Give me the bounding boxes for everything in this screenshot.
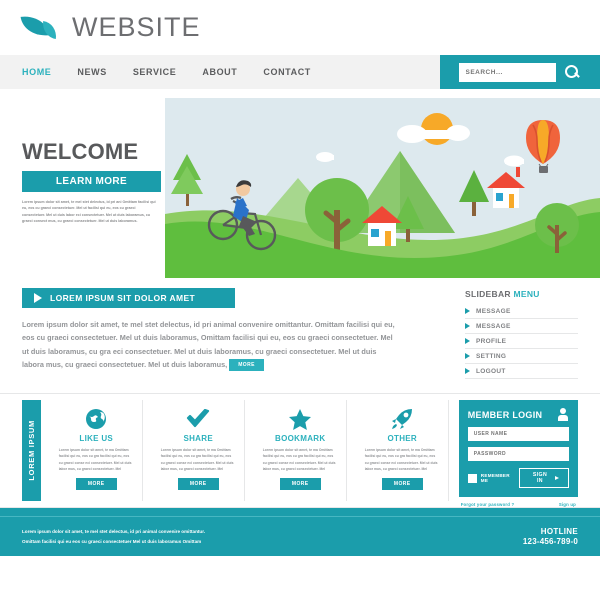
nav-links: HOME NEWS SERVICE ABOUT CONTACT	[0, 55, 440, 89]
slidebar-title-accent: MENU	[513, 289, 540, 299]
vertical-tab-lorem-ipsum[interactable]: LOREM IPSUM	[22, 400, 41, 501]
login-actions: REMEMBER ME SIGN IN	[467, 468, 569, 488]
leaf-logo-icon[interactable]	[20, 11, 62, 45]
footer-text-line-1: Lorem ipsum dolor sit amet, te mel stet …	[22, 529, 206, 535]
features-section: LOREM IPSUM LIKE US Lorem ipsum dolor si…	[0, 393, 600, 508]
slidebar-item-setting[interactable]: SETTING	[465, 349, 578, 364]
footer-text-line-2: Omittam facilisi qui eu eos cu graeci co…	[22, 538, 202, 544]
content-section: LOREM IPSUM SIT DOLOR AMET Lorem ipsum d…	[0, 279, 600, 389]
rocket-icon	[365, 406, 440, 432]
username-input[interactable]	[467, 427, 569, 441]
search-input[interactable]	[458, 62, 556, 82]
slidebar-item-message-2[interactable]: MESSAGE	[465, 319, 578, 334]
check-icon	[161, 406, 236, 432]
feature-more-button[interactable]: MORE	[177, 478, 219, 491]
hotline-label: HOTLINE	[540, 527, 578, 536]
feature-more-button[interactable]: MORE	[279, 478, 321, 491]
nav-item-home[interactable]: HOME	[22, 67, 51, 77]
remember-me-checkbox[interactable]: REMEMBER ME	[467, 473, 519, 483]
slidebar-item-label: PROFILE	[476, 337, 507, 345]
nav-item-service[interactable]: SERVICE	[133, 67, 177, 77]
slidebar-title-main: SLIDEBAR	[465, 289, 514, 299]
hero-illustration	[165, 98, 600, 278]
content-paragraph-text: Lorem ipsum dolor sit amet, te mel stet …	[22, 320, 395, 369]
site-footer: Lorem ipsum dolor sit amet, te mel stet …	[0, 516, 600, 556]
feature-card-text: Lorem ipsum dolor sit amet, te ma Omitta…	[262, 448, 336, 471]
feature-card-text: Lorem ipsum dolor sit amet, te ma Omitta…	[58, 448, 132, 471]
login-box: MEMBER LOGIN REMEMBER ME SIGN IN	[458, 400, 578, 497]
password-input[interactable]	[467, 447, 569, 461]
hero-title: WELCOME	[22, 139, 139, 164]
hero-description: Lorem ipsum dolor sit amet, te mel stet …	[22, 200, 156, 223]
feature-more-button[interactable]: MORE	[381, 478, 423, 491]
sign-up-link[interactable]: Sign up	[559, 502, 576, 507]
star-icon	[263, 406, 338, 432]
slidebar-item-message-1[interactable]: MESSAGE	[465, 304, 578, 319]
arrow-right-icon	[465, 368, 470, 374]
feature-card-other: OTHER Lorem ipsum dolor sit amet, te ma …	[357, 400, 449, 501]
nav-item-contact[interactable]: CONTACT	[263, 67, 311, 77]
footer-text: Lorem ipsum dolor sit amet, te mel stet …	[22, 527, 205, 545]
search-area	[440, 55, 600, 89]
user-icon	[557, 408, 569, 421]
hero-copy: WELCOME LEARN MORE Lorem ipsum dolor sit…	[22, 141, 162, 224]
play-triangle-icon	[34, 293, 42, 303]
arrow-right-icon	[555, 476, 559, 480]
feature-card-text: Lorem ipsum dolor sit amet, te ma Omitta…	[160, 448, 234, 471]
section-title-banner: LOREM IPSUM SIT DOLOR AMET	[22, 288, 235, 308]
login-title: MEMBER LOGIN	[467, 409, 543, 420]
search-icon[interactable]	[562, 62, 582, 82]
arrow-right-icon	[465, 323, 470, 329]
feature-cards: LIKE US Lorem ipsum dolor sit amet, te m…	[41, 400, 449, 501]
arrow-right-icon	[465, 308, 470, 314]
feature-card-title: OTHER	[387, 434, 417, 443]
feature-more-button[interactable]: MORE	[75, 478, 117, 491]
feature-card-like-us: LIKE US Lorem ipsum dolor sit amet, te m…	[51, 400, 143, 501]
section-title-text: LOREM IPSUM SIT DOLOR AMET	[50, 293, 196, 303]
content-more-button[interactable]: MORE	[229, 358, 264, 371]
hotline-block: HOTLINE 123-456-789-0	[523, 527, 578, 546]
feature-card-text: Lorem ipsum dolor sit amet, te ma Omitta…	[364, 448, 438, 471]
footer-accent-bar	[0, 508, 600, 516]
brand-title: WEBSITE	[72, 12, 201, 42]
leaf-small-shape	[40, 20, 59, 39]
slidebar-item-profile[interactable]: PROFILE	[465, 334, 578, 349]
main-navbar: HOME NEWS SERVICE ABOUT CONTACT	[0, 55, 600, 89]
vertical-tab-label: LOREM IPSUM	[26, 420, 36, 481]
login-footer-links: Forgot your password ? Sign up	[459, 497, 578, 507]
slidebar-item-label: LOGOUT	[476, 367, 506, 375]
sign-in-label: SIGN IN	[532, 472, 548, 484]
globe-icon	[59, 406, 134, 432]
feature-card-title: SHARE	[183, 434, 213, 443]
slidebar-title: SLIDEBAR MENU	[465, 289, 578, 299]
site-header: WEBSITE	[0, 0, 600, 55]
sign-in-button[interactable]: SIGN IN	[518, 468, 569, 488]
hero-section: WELCOME LEARN MORE Lorem ipsum dolor sit…	[0, 89, 600, 279]
feature-card-bookmark: BOOKMARK Lorem ipsum dolor sit amet, te …	[255, 400, 347, 501]
hotline-number: 123-456-789-0	[522, 537, 578, 546]
arrow-right-icon	[465, 353, 470, 359]
slidebar-item-label: MESSAGE	[476, 307, 511, 315]
member-login-panel: MEMBER LOGIN REMEMBER ME SIGN IN Forgot …	[458, 400, 578, 507]
checkbox-box-icon	[467, 473, 477, 483]
slidebar-item-logout[interactable]: LOGOUT	[465, 364, 578, 379]
feature-card-share: SHARE Lorem ipsum dolor sit amet, te ma …	[153, 400, 245, 501]
content-paragraph: Lorem ipsum dolor sit amet, te mel stet …	[22, 318, 397, 371]
login-header: MEMBER LOGIN	[468, 408, 569, 421]
slidebar-item-label: SETTING	[476, 352, 507, 360]
learn-more-button[interactable]: LEARN MORE	[22, 171, 161, 192]
nav-item-about[interactable]: ABOUT	[202, 67, 237, 77]
feature-card-title: LIKE US	[79, 434, 114, 443]
nav-item-news[interactable]: NEWS	[77, 67, 106, 77]
slidebar-menu: SLIDEBAR MENU MESSAGE MESSAGE PROFILE SE…	[465, 289, 578, 379]
arrow-right-icon	[465, 338, 470, 344]
slidebar-item-label: MESSAGE	[476, 322, 511, 330]
forgot-password-link[interactable]: Forgot your password ?	[461, 502, 515, 507]
feature-card-title: BOOKMARK	[275, 434, 326, 443]
remember-me-label: REMEMBER ME	[480, 473, 510, 483]
